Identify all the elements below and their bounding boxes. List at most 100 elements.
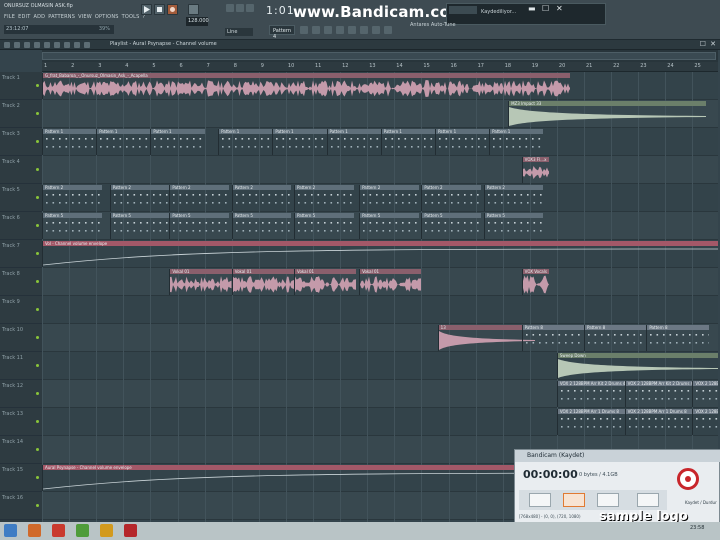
- play-button[interactable]: [141, 4, 152, 15]
- playlist-maximize-icon[interactable]: ☐: [700, 40, 706, 48]
- tempo-display[interactable]: 128.000: [186, 17, 209, 26]
- playlist-menu-icon[interactable]: [4, 42, 10, 48]
- snap-selector[interactable]: Line: [225, 28, 253, 36]
- audio-clip[interactable]: Vokal 01: [231, 269, 295, 295]
- start-icon[interactable]: [4, 524, 17, 537]
- pattern-clip[interactable]: Pattern 1: [434, 129, 490, 155]
- record-button[interactable]: [167, 4, 178, 15]
- menu-edit[interactable]: EDIT: [18, 14, 30, 20]
- pattern-clip[interactable]: VOX 2 128BPM Arr 1 Drums 8: [556, 409, 625, 435]
- pattern-clip[interactable]: Pattern 5: [42, 213, 102, 239]
- slice-tool-icon[interactable]: [54, 42, 60, 48]
- pattern-clip[interactable]: Pattern 2: [42, 185, 102, 211]
- track-mute-led-icon[interactable]: [36, 308, 39, 311]
- track-header[interactable]: Track 15: [0, 464, 42, 492]
- plus-icon[interactable]: [300, 26, 308, 34]
- timeline-ruler[interactable]: 1 2 3 4 5 6 7 8 9 10 11 12 13 14 15 16 17 18 19 20 21 22 23 24 2…: [42, 62, 718, 72]
- scrollbar-thumb[interactable]: [42, 52, 716, 60]
- audio-clip[interactable]: MZ3 Impact 33: [508, 101, 706, 127]
- pattern-clip[interactable]: Pattern 5: [421, 213, 481, 239]
- playlist-icon[interactable]: [360, 26, 368, 34]
- track-header[interactable]: Track 10: [0, 324, 42, 352]
- online-icon[interactable]: [384, 26, 392, 34]
- pattern-clip[interactable]: Pattern 1: [380, 129, 435, 155]
- track-mute-led-icon[interactable]: [36, 504, 39, 507]
- track-header[interactable]: Track 3: [0, 128, 42, 156]
- piano-roll-icon[interactable]: [336, 26, 344, 34]
- track-header[interactable]: Track 13: [0, 408, 42, 436]
- playback-tool-icon[interactable]: [84, 42, 90, 48]
- pattern-clip[interactable]: Pattern 8: [584, 325, 647, 351]
- pattern-clip[interactable]: Pattern 2: [421, 185, 481, 211]
- pattern-clip[interactable]: VOX 2 128BPM Arr Kit 2 Drums 4-8: [692, 381, 718, 407]
- track-mute-led-icon[interactable]: [36, 448, 39, 451]
- track-header[interactable]: Track 11: [0, 352, 42, 380]
- track-lane[interactable]: [42, 156, 718, 184]
- playlist-overview-scrollbar[interactable]: [42, 50, 718, 62]
- select-tool-icon[interactable]: [64, 42, 70, 48]
- track-mute-led-icon[interactable]: [36, 364, 39, 367]
- track-mute-led-icon[interactable]: [36, 224, 39, 227]
- pattern-clip[interactable]: Pattern 5: [483, 213, 544, 239]
- track-mute-led-icon[interactable]: [36, 420, 39, 423]
- stop-button[interactable]: [154, 4, 165, 15]
- maximize-icon[interactable]: ☐: [542, 4, 549, 13]
- browser-taskbar-icon[interactable]: [76, 524, 89, 537]
- track-mute-led-icon[interactable]: [36, 140, 39, 143]
- audio-clip[interactable]: Vokal 01: [169, 269, 232, 295]
- pattern-clip[interactable]: Pattern 8: [646, 325, 709, 351]
- menu-patterns[interactable]: PATTERNS: [48, 14, 75, 20]
- track-mute-led-icon[interactable]: [36, 112, 39, 115]
- menu-add[interactable]: ADD: [33, 14, 45, 20]
- track-header[interactable]: Track 16: [0, 492, 42, 520]
- pattern-clip[interactable]: Pattern 1: [326, 129, 381, 155]
- pattern-clip[interactable]: Pattern 1: [150, 129, 205, 155]
- device-mode-button[interactable]: [597, 493, 619, 507]
- track-header[interactable]: Track 12: [0, 380, 42, 408]
- screen-mode-button[interactable]: [563, 493, 585, 507]
- pencil-tool-icon[interactable]: [14, 42, 20, 48]
- track-mute-led-icon[interactable]: [36, 392, 39, 395]
- menu-options[interactable]: OPTIONS: [95, 14, 119, 20]
- pattern-clip[interactable]: VOX 2 128BPM Arr 1 Drums 8: [692, 409, 718, 435]
- menu-view[interactable]: VIEW: [78, 14, 92, 20]
- record-stop-button[interactable]: [677, 468, 699, 490]
- track-mute-led-icon[interactable]: [36, 336, 39, 339]
- track-mute-led-icon[interactable]: [36, 84, 39, 87]
- pattern-clip[interactable]: Pattern 2: [109, 185, 170, 211]
- audio-clip[interactable]: Sweep Down: [556, 353, 718, 379]
- zoom-tool-icon[interactable]: [74, 42, 80, 48]
- track-header[interactable]: Track 6: [0, 212, 42, 240]
- automation-clip[interactable]: Vol - Channel volume envelope: [42, 241, 718, 267]
- minimize-icon[interactable]: ▬: [528, 4, 536, 13]
- pattern-clip[interactable]: Pattern 8: [521, 325, 584, 351]
- pattern-clip[interactable]: Pattern 5: [109, 213, 170, 239]
- track-header[interactable]: Track 8: [0, 268, 42, 296]
- track-header[interactable]: Track 9: [0, 296, 42, 324]
- pattern-clip[interactable]: Pattern 1: [42, 129, 97, 155]
- media-taskbar-icon[interactable]: [52, 524, 65, 537]
- pattern-clip[interactable]: Pattern 5: [169, 213, 229, 239]
- pencil-icon[interactable]: [226, 4, 234, 12]
- bandicam-taskbar-icon[interactable]: [124, 524, 137, 537]
- track-header[interactable]: Track 7: [0, 240, 42, 268]
- track-mute-led-icon[interactable]: [36, 196, 39, 199]
- pattern-clip[interactable]: Pattern 1: [218, 129, 273, 155]
- track-mute-led-icon[interactable]: [36, 280, 39, 283]
- channel-rack-icon[interactable]: [324, 26, 332, 34]
- track-header[interactable]: Track 5: [0, 184, 42, 212]
- pattern-clip[interactable]: VOX 2 128BPM Arr 1 Drums 8: [624, 409, 693, 435]
- pattern-clip[interactable]: Pattern 5: [359, 213, 419, 239]
- playlist-close-icon[interactable]: ✕: [710, 40, 716, 48]
- audio-clip[interactable]: 13: [437, 325, 536, 351]
- audio-clip[interactable]: Vokal 01: [359, 269, 422, 295]
- audio-clip[interactable]: G_frat_Babaroa_-_Onursuz_Olmasin_Ask_-_A…: [42, 73, 571, 99]
- pattern-clip[interactable]: Pattern 5: [294, 213, 354, 239]
- pattern-clip[interactable]: Pattern 2: [169, 185, 229, 211]
- delete-tool-icon[interactable]: [34, 42, 40, 48]
- track-mute-led-icon[interactable]: [36, 168, 39, 171]
- pattern-song-toggle[interactable]: [188, 4, 199, 15]
- pattern-clip[interactable]: Pattern 1: [96, 129, 151, 155]
- pattern-clip[interactable]: Pattern 2: [294, 185, 354, 211]
- track-header[interactable]: Track 14: [0, 436, 42, 464]
